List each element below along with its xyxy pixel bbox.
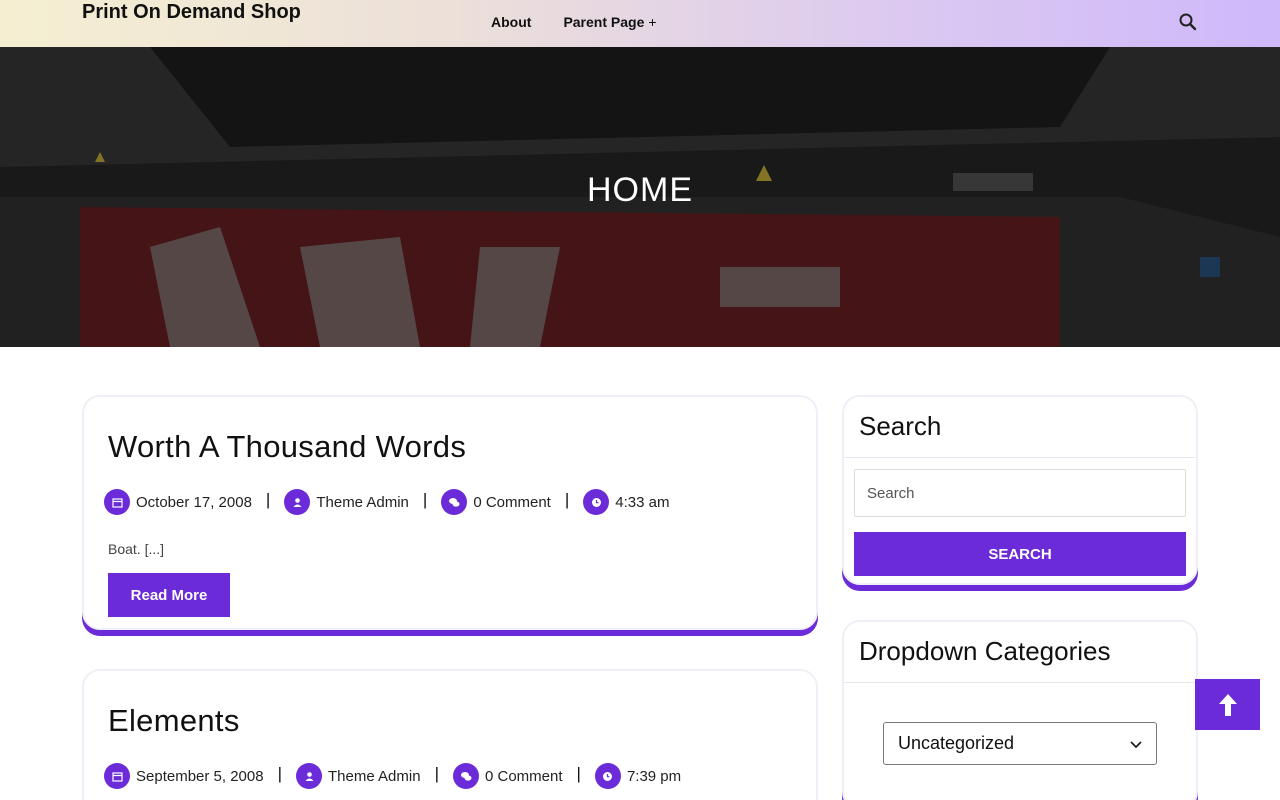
chevron-down-icon: [1130, 733, 1142, 754]
post-meta: October 17, 2008 | Theme Admin | 0 Comme…: [104, 489, 669, 515]
calendar-icon: [104, 489, 130, 515]
page-title: HOME: [587, 171, 693, 209]
hero-banner: HOME: [0, 47, 1280, 347]
user-icon: [284, 489, 311, 515]
meta-separator: |: [564, 490, 570, 509]
clock-icon: [583, 489, 610, 515]
nav-item-parent-page[interactable]: Parent Page +: [563, 14, 656, 30]
categories-widget: Dropdown Categories Uncategorized: [842, 620, 1198, 800]
post-author[interactable]: Theme Admin: [316, 494, 409, 511]
comments-icon: [441, 489, 468, 515]
calendar-icon: [104, 763, 130, 789]
user-icon: [296, 763, 323, 789]
post-date[interactable]: September 5, 2008: [136, 768, 264, 785]
widget-divider: [844, 682, 1196, 683]
post-meta: September 5, 2008 | Theme Admin | 0 Comm…: [104, 763, 681, 789]
post-comments[interactable]: 0 Comment: [473, 494, 551, 511]
meta-separator: |: [277, 764, 283, 783]
post-comments[interactable]: 0 Comment: [485, 768, 563, 785]
comments-icon: [452, 763, 479, 789]
category-select[interactable]: Uncategorized: [883, 722, 1157, 765]
meta-separator: |: [576, 764, 581, 783]
site-title[interactable]: Print On Demand Shop: [82, 1, 301, 24]
post-time: 7:39 pm: [626, 767, 682, 785]
post-date[interactable]: October 17, 2008: [136, 494, 252, 511]
search-button[interactable]: SEARCH: [854, 532, 1186, 576]
meta-separator: |: [265, 490, 271, 509]
arrow-up-icon: [1218, 693, 1237, 716]
post-author[interactable]: Theme Admin: [328, 768, 421, 785]
clock-icon: [594, 763, 621, 789]
post-card: Elements September 5, 2008 | Theme Admin…: [82, 669, 818, 800]
post-title[interactable]: Elements: [108, 703, 240, 739]
category-select-value: Uncategorized: [898, 733, 1015, 753]
nav-item-about[interactable]: About: [491, 14, 531, 30]
meta-separator: |: [434, 764, 439, 783]
submenu-plus-icon[interactable]: +: [648, 14, 656, 30]
post-title[interactable]: Worth A Thousand Words: [108, 429, 466, 465]
nav-item-label: Parent Page: [563, 14, 645, 30]
site-header: Print On Demand Shop About Parent Page +: [0, 0, 1280, 47]
read-more-button[interactable]: Read More: [108, 573, 230, 617]
meta-separator: |: [422, 490, 428, 509]
search-input[interactable]: Search: [854, 469, 1186, 517]
post-excerpt: Boat. [...]: [108, 541, 165, 557]
widget-title: Dropdown Categories: [859, 636, 1111, 666]
post-card: Worth A Thousand Words October 17, 2008 …: [82, 395, 818, 630]
back-to-top-button[interactable]: [1195, 679, 1260, 730]
nav-item-label: About: [491, 14, 532, 30]
widget-divider: [844, 457, 1196, 458]
search-icon[interactable]: [1178, 12, 1198, 32]
main-nav: About Parent Page +: [491, 14, 689, 30]
post-time: 4:33 am: [615, 493, 670, 511]
search-widget: Search Search SEARCH: [842, 395, 1198, 585]
widget-title: Search: [859, 411, 942, 441]
